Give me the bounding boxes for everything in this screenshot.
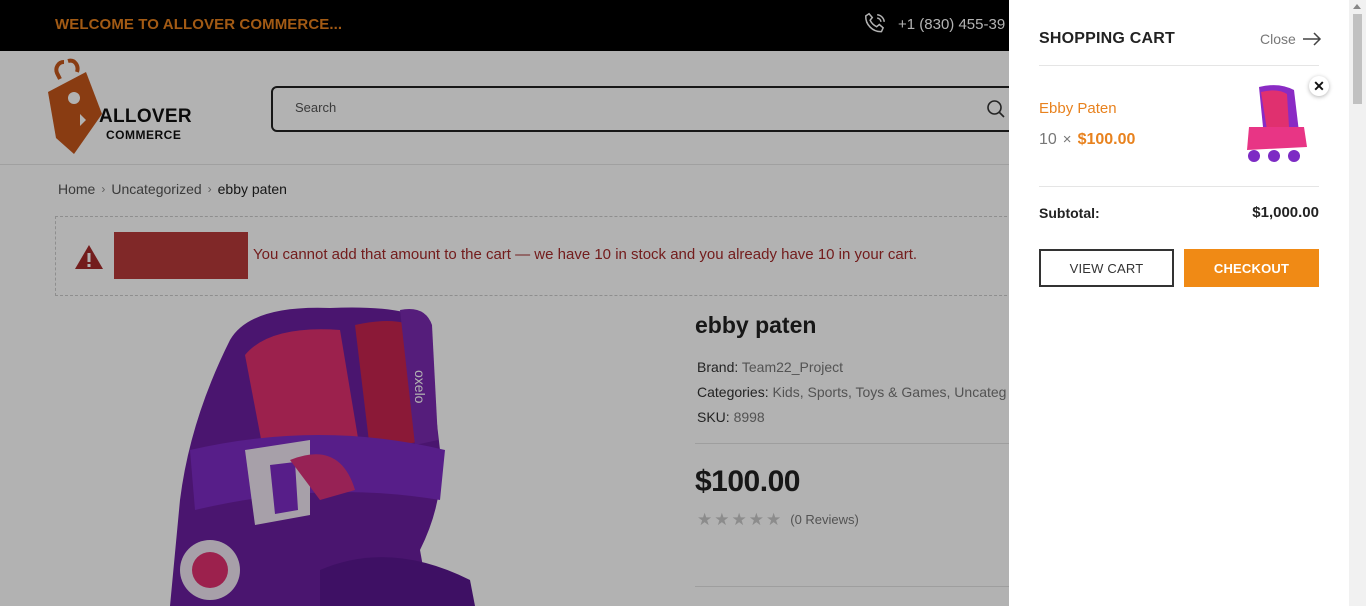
cart-close-button[interactable]: Close: [1260, 31, 1322, 47]
remove-item-button[interactable]: ✕: [1309, 76, 1329, 96]
close-label: Close: [1260, 31, 1296, 47]
subtotal-label: Subtotal:: [1039, 205, 1100, 221]
close-icon: ✕: [1313, 77, 1325, 94]
cart-item-quantity: 10 × $100.00: [1039, 131, 1135, 149]
product-page: WELCOME TO ALLOVER COMMERCE... +1 (830) …: [0, 0, 1349, 606]
arrow-right-icon: [1302, 32, 1321, 46]
divider: [1039, 186, 1319, 187]
divider: [1039, 65, 1319, 66]
cart-item-name[interactable]: Ebby Paten: [1039, 100, 1117, 117]
checkout-button[interactable]: CHECKOUT: [1184, 249, 1319, 287]
item-price: $100.00: [1077, 131, 1136, 148]
cart-item-image[interactable]: [1239, 82, 1314, 167]
times-icon: ×: [1062, 131, 1072, 148]
scroll-up-icon[interactable]: [1353, 4, 1361, 9]
cart-title: SHOPPING CART: [1039, 30, 1175, 47]
scrollbar-thumb[interactable]: [1353, 14, 1362, 104]
view-cart-button[interactable]: VIEW CART: [1039, 249, 1174, 287]
subtotal-value: $1,000.00: [1252, 204, 1319, 221]
item-qty: 10: [1039, 131, 1057, 148]
cart-panel: SHOPPING CART Close Ebby Paten 10 × $100.0…: [1009, 0, 1349, 606]
